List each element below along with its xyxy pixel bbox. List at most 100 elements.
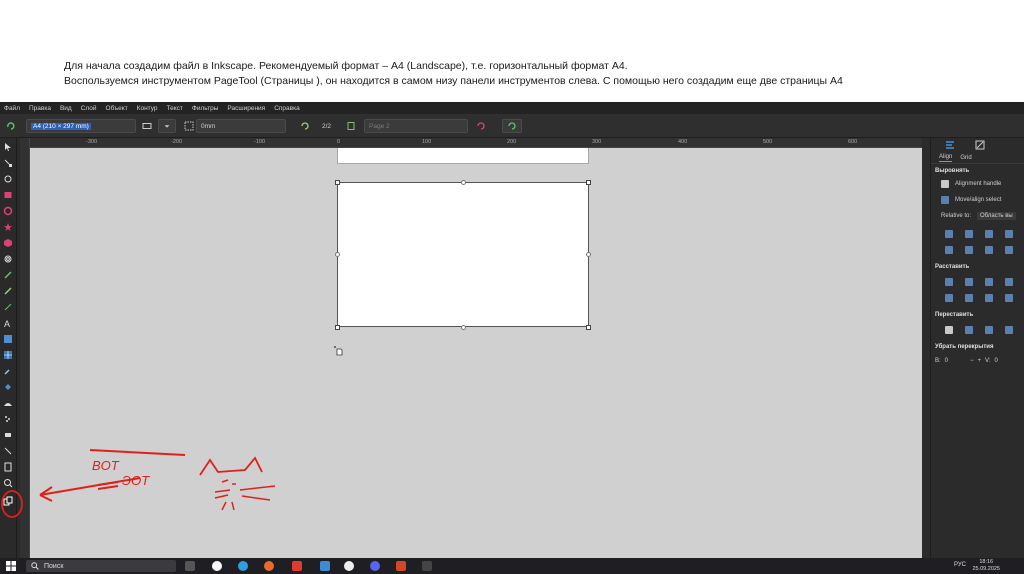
distribute-gaps-icon[interactable]: [1005, 278, 1013, 286]
move-align-option[interactable]: Move/align select: [941, 196, 1001, 204]
align-center-v-icon[interactable]: [965, 246, 973, 254]
align-tab-icon[interactable]: [945, 140, 955, 150]
firefox-icon[interactable]: [264, 561, 274, 571]
resize-handle[interactable]: [335, 180, 340, 185]
resize-handle[interactable]: [335, 252, 340, 257]
zoom-icon[interactable]: [3, 478, 13, 488]
menu-edit[interactable]: Правка: [29, 105, 51, 112]
page-2-selected[interactable]: [337, 182, 589, 327]
windows-start-icon[interactable]: [6, 561, 16, 571]
rectangle-icon[interactable]: [3, 190, 13, 200]
exchange-icon[interactable]: [965, 326, 973, 334]
tab-grid[interactable]: Grid: [960, 155, 971, 161]
resize-handle[interactable]: [586, 252, 591, 257]
system-clock[interactable]: 18:16 25.09.2025: [972, 559, 1000, 573]
align-baseline-icon[interactable]: [1005, 246, 1013, 254]
paint-bucket-icon[interactable]: [3, 382, 13, 392]
chrome-icon[interactable]: [344, 561, 354, 571]
task-view-icon[interactable]: [185, 561, 195, 571]
align-top-icon[interactable]: [945, 246, 953, 254]
gradient-icon[interactable]: [3, 334, 13, 344]
tab-align[interactable]: Align: [939, 154, 953, 162]
distribute-center-icon[interactable]: [965, 278, 973, 286]
rotate-page-icon[interactable]: [300, 119, 310, 133]
distribute-top-icon[interactable]: [945, 294, 953, 302]
resize-handle[interactable]: [461, 180, 466, 185]
margin-field[interactable]: 0mm: [196, 119, 286, 133]
delete-page-icon[interactable]: [476, 119, 486, 133]
align-left-icon[interactable]: [945, 230, 953, 238]
orientation-dropdown[interactable]: [158, 119, 176, 133]
distribute-vgaps-icon[interactable]: [1005, 294, 1013, 302]
menu-help[interactable]: Справка: [274, 105, 300, 112]
yandex-icon[interactable]: [292, 561, 302, 571]
resize-handle[interactable]: [461, 325, 466, 330]
eraser-icon[interactable]: [3, 430, 13, 440]
page-orientation-icon[interactable]: [142, 119, 152, 133]
fill-stroke-tab-icon[interactable]: [975, 140, 985, 150]
distribute-middle-icon[interactable]: [965, 294, 973, 302]
page-label-input[interactable]: Page 2: [364, 119, 468, 133]
calligraphy-icon[interactable]: [3, 302, 13, 312]
menu-view[interactable]: Вид: [60, 105, 72, 112]
rearrange-graph-icon[interactable]: [945, 326, 953, 334]
menu-extensions[interactable]: Расширения: [227, 105, 265, 112]
dropper-icon[interactable]: [3, 366, 13, 376]
exchange-clockwise-icon[interactable]: [1005, 326, 1013, 334]
align-right-edge-icon[interactable]: [1005, 230, 1013, 238]
input-language[interactable]: РУС: [954, 562, 966, 568]
move-objects-toggle[interactable]: [502, 119, 522, 133]
menu-text[interactable]: Текст: [167, 105, 183, 112]
v-gap-value[interactable]: 0: [995, 358, 998, 364]
distribute-bottom-icon[interactable]: [985, 294, 993, 302]
page-1[interactable]: [337, 148, 589, 164]
resize-handle[interactable]: [586, 325, 591, 330]
telegram-icon[interactable]: [320, 561, 330, 571]
page-move-icon[interactable]: [346, 119, 356, 133]
powerpoint-icon[interactable]: [396, 561, 406, 571]
resize-handle[interactable]: [335, 325, 340, 330]
align-center-h-icon[interactable]: [965, 230, 973, 238]
tweak-brush-icon[interactable]: [3, 398, 13, 408]
connector-icon[interactable]: [3, 446, 13, 456]
tweak-icon[interactable]: [3, 174, 13, 184]
page-tool-icon[interactable]: [6, 119, 16, 133]
pages-tool-icon[interactable]: [3, 496, 13, 506]
spray-icon[interactable]: [3, 414, 13, 424]
align-bottom-icon[interactable]: [985, 246, 993, 254]
discord-icon[interactable]: [370, 561, 380, 571]
edge-icon[interactable]: [238, 561, 248, 571]
menu-file[interactable]: Файл: [4, 105, 20, 112]
margins-icon: [184, 119, 194, 133]
measure-icon[interactable]: [3, 462, 13, 472]
exchange-order-icon[interactable]: [985, 326, 993, 334]
selector-icon[interactable]: [3, 142, 13, 152]
3d-box-icon[interactable]: [3, 238, 13, 248]
minus-icon[interactable]: −: [970, 358, 974, 364]
menu-path[interactable]: Контур: [137, 105, 158, 112]
canvas[interactable]: [30, 148, 922, 558]
star-icon[interactable]: [3, 222, 13, 232]
spiral-icon[interactable]: [3, 254, 13, 264]
taskbar-search[interactable]: Поиск: [26, 560, 176, 572]
pen-icon[interactable]: [3, 270, 13, 280]
menu-layer[interactable]: Слой: [81, 105, 97, 112]
menu-filters[interactable]: Фильтры: [192, 105, 219, 112]
menu-object[interactable]: Объект: [106, 105, 128, 112]
node-icon[interactable]: [3, 158, 13, 168]
distribute-left-icon[interactable]: [945, 278, 953, 286]
align-right-icon[interactable]: [985, 230, 993, 238]
distribute-right-icon[interactable]: [985, 278, 993, 286]
resize-handle[interactable]: [586, 180, 591, 185]
plus-icon[interactable]: +: [978, 358, 982, 364]
alignment-handles-option[interactable]: Alignment handle: [941, 180, 1001, 188]
mesh-icon[interactable]: [3, 350, 13, 360]
text-icon[interactable]: A: [3, 318, 13, 328]
pencil-icon[interactable]: [3, 286, 13, 296]
page-size-select[interactable]: A4 (210 × 297 mm): [26, 119, 136, 133]
ellipse-icon[interactable]: [3, 206, 13, 216]
inkscape-taskbar-icon[interactable]: [422, 561, 432, 571]
relative-to-select[interactable]: Область вы: [977, 212, 1016, 220]
h-gap-value[interactable]: 0: [945, 358, 948, 364]
yandex-browser-icon[interactable]: [212, 561, 222, 571]
